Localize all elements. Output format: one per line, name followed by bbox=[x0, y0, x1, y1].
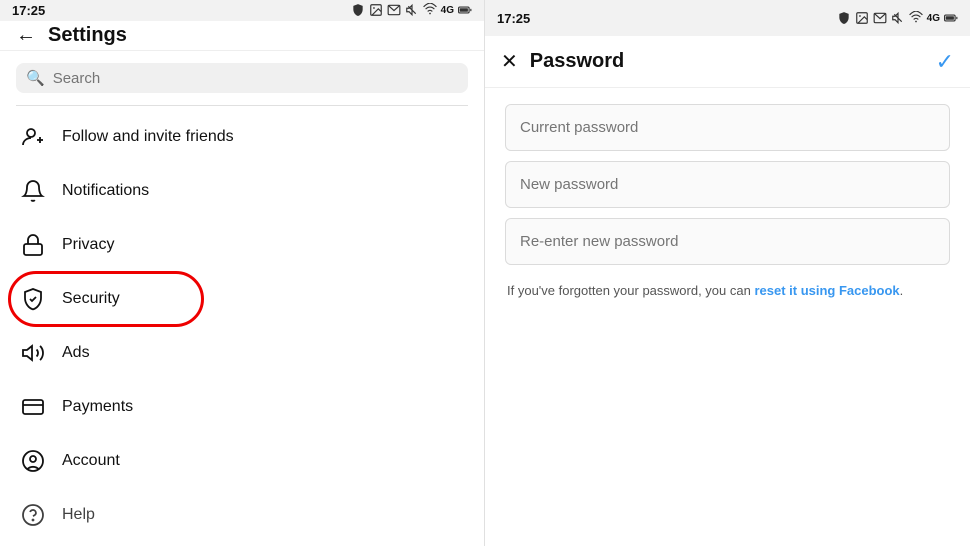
person-add-icon bbox=[20, 124, 46, 150]
current-password-input[interactable] bbox=[505, 104, 950, 151]
back-button[interactable]: ← bbox=[16, 24, 36, 47]
shield-menu-icon bbox=[20, 286, 46, 312]
menu-list: Follow and invite friends Notifications … bbox=[0, 106, 484, 546]
circle-person-icon bbox=[20, 448, 46, 474]
settings-header: ← Settings bbox=[0, 21, 484, 52]
shield-icon-right bbox=[837, 11, 851, 25]
close-button[interactable]: ✕ bbox=[501, 49, 518, 74]
menu-item-help[interactable]: Help bbox=[0, 488, 484, 542]
megaphone-icon bbox=[20, 340, 46, 366]
status-icons-left: 4G bbox=[351, 3, 472, 17]
settings-panel: 17:25 4G ← Settings 🔍 bbox=[0, 0, 485, 546]
settings-title: Settings bbox=[48, 24, 127, 47]
battery-icon-right bbox=[944, 11, 958, 25]
new-password-input[interactable] bbox=[505, 161, 950, 208]
payments-label: Payments bbox=[62, 398, 133, 416]
mail-icon-left bbox=[387, 3, 401, 17]
follow-label: Follow and invite friends bbox=[62, 128, 234, 146]
search-bar[interactable]: 🔍 bbox=[16, 63, 468, 93]
status-icons-right: 4G bbox=[837, 11, 958, 25]
signal-text-left: 4G bbox=[441, 5, 454, 16]
menu-item-account[interactable]: Account bbox=[0, 434, 484, 488]
bell-icon bbox=[20, 178, 46, 204]
battery-icon-left bbox=[458, 3, 472, 17]
shield-icon-left bbox=[351, 3, 365, 17]
image-icon-left bbox=[369, 3, 383, 17]
menu-item-privacy[interactable]: Privacy bbox=[0, 218, 484, 272]
password-panel: 17:25 4G ✕ Password ✓ If you've forgotte… bbox=[485, 0, 970, 546]
search-input[interactable] bbox=[53, 70, 458, 87]
password-title: Password bbox=[530, 50, 624, 73]
security-label: Security bbox=[62, 290, 120, 308]
privacy-label: Privacy bbox=[62, 236, 114, 254]
status-bar-left: 17:25 4G bbox=[0, 0, 484, 21]
image-icon-right bbox=[855, 11, 869, 25]
circle-question-icon bbox=[20, 502, 46, 528]
search-icon: 🔍 bbox=[26, 69, 45, 87]
mail-icon-right bbox=[873, 11, 887, 25]
time-right: 17:25 bbox=[497, 11, 530, 26]
menu-item-notifications[interactable]: Notifications bbox=[0, 164, 484, 218]
confirm-button[interactable]: ✓ bbox=[936, 49, 954, 75]
mute-icon-right bbox=[891, 11, 905, 25]
wifi-icon-left bbox=[423, 3, 437, 17]
forgot-password-text: If you've forgotten your password, you c… bbox=[505, 281, 950, 301]
account-label: Account bbox=[62, 452, 120, 470]
menu-item-follow[interactable]: Follow and invite friends bbox=[0, 110, 484, 164]
wifi-icon-right bbox=[909, 11, 923, 25]
menu-item-payments[interactable]: Payments bbox=[0, 380, 484, 434]
mute-icon-left bbox=[405, 3, 419, 17]
password-form: If you've forgotten your password, you c… bbox=[485, 88, 970, 317]
menu-item-security[interactable]: Security bbox=[0, 272, 484, 326]
signal-text-right: 4G bbox=[927, 13, 940, 24]
menu-item-ads[interactable]: Ads bbox=[0, 326, 484, 380]
time-left: 17:25 bbox=[12, 3, 45, 18]
help-label: Help bbox=[62, 506, 95, 524]
reset-link[interactable]: reset it using Facebook bbox=[754, 283, 899, 298]
ads-label: Ads bbox=[62, 344, 90, 362]
lock-icon bbox=[20, 232, 46, 258]
password-header: ✕ Password ✓ bbox=[485, 36, 970, 88]
status-bar-right: 17:25 4G bbox=[485, 0, 970, 36]
reenter-password-input[interactable] bbox=[505, 218, 950, 265]
card-icon bbox=[20, 394, 46, 420]
notifications-label: Notifications bbox=[62, 182, 149, 200]
